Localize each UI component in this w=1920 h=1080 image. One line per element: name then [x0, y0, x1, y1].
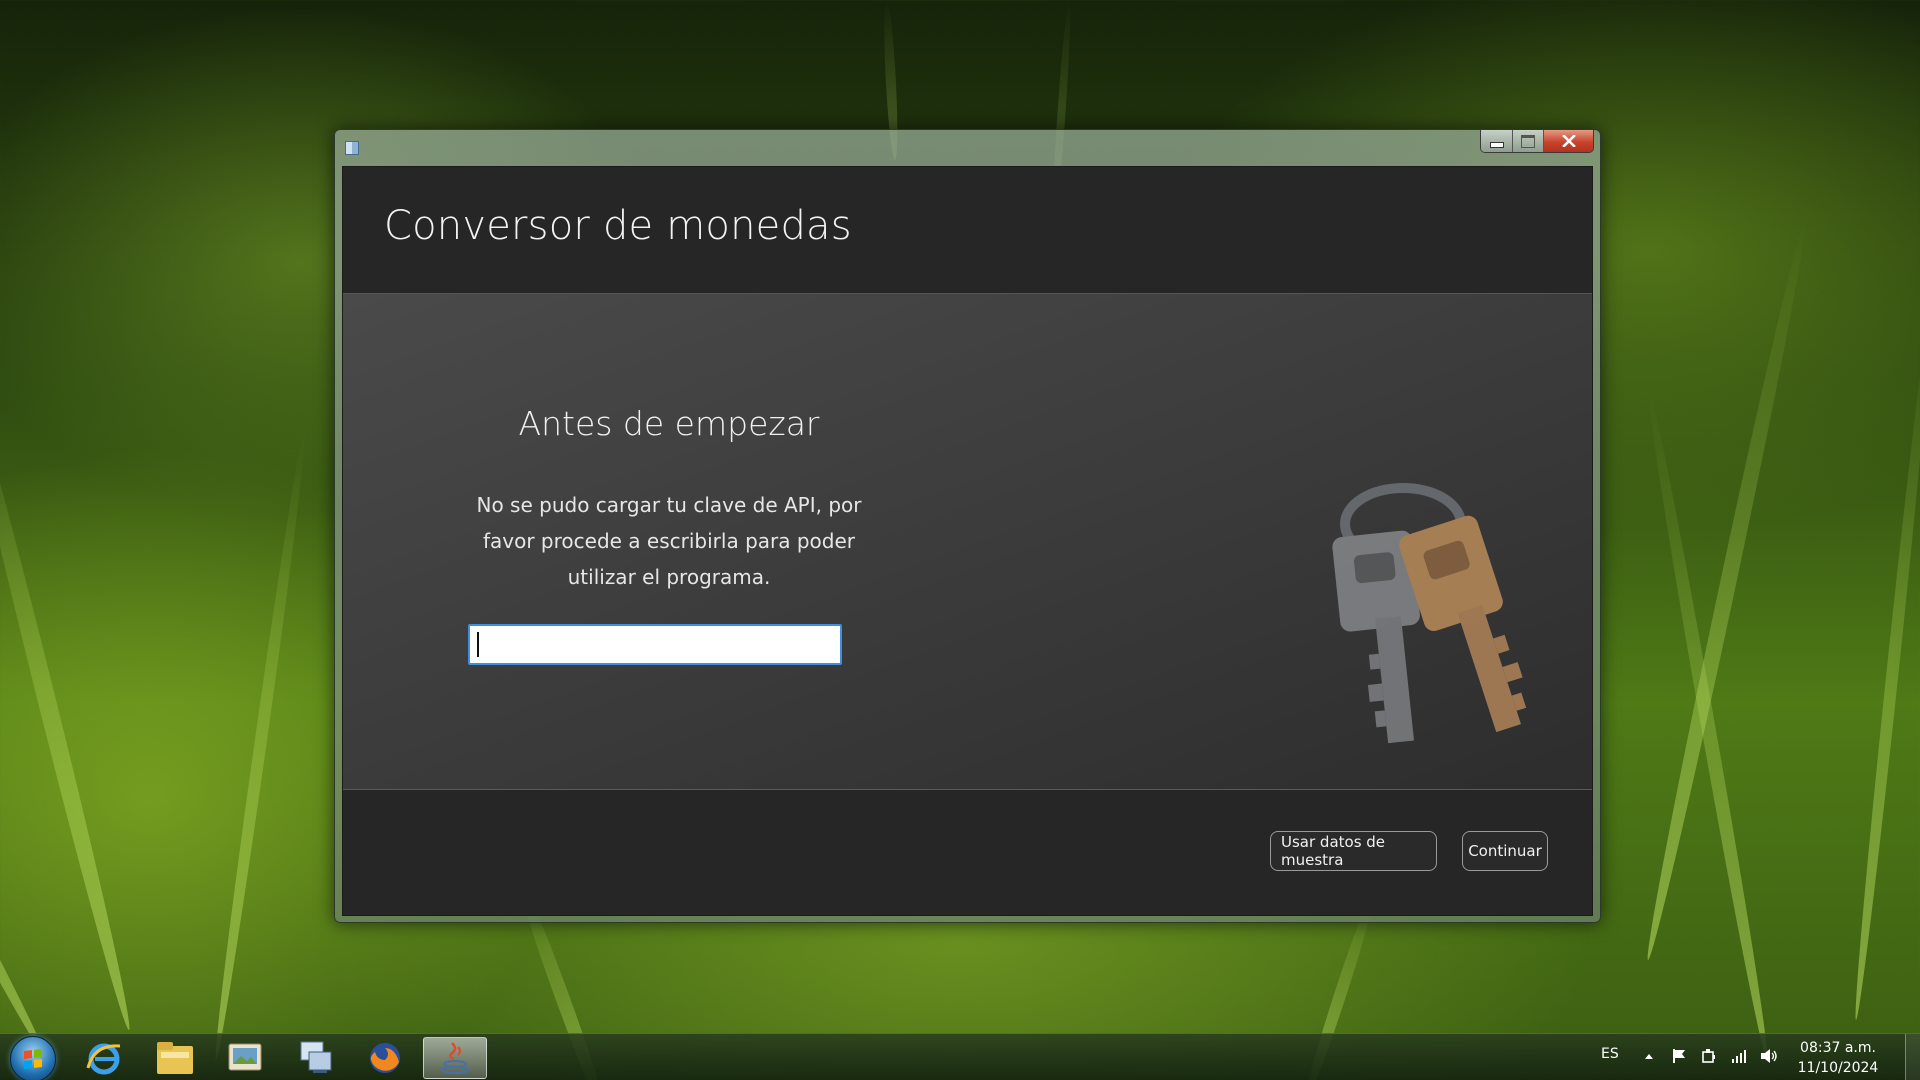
action-center-flag-icon[interactable]	[1670, 1047, 1688, 1065]
show-hidden-icons-icon[interactable]	[1640, 1047, 1658, 1065]
file-explorer-icon[interactable]	[143, 1037, 207, 1079]
window-titlebar[interactable]	[335, 130, 1600, 166]
api-key-input[interactable]	[468, 624, 842, 665]
volume-icon[interactable]	[1760, 1047, 1778, 1065]
clock-time: 08:37 a.m.	[1800, 1040, 1876, 1056]
start-button[interactable]	[10, 1036, 56, 1080]
windows-logo-icon	[24, 1049, 42, 1069]
app-window: Conversor de monedas Antes de empezar No…	[334, 129, 1601, 923]
setup-panel: Antes de empezar No se pudo cargar tu cl…	[343, 294, 1592, 790]
language-indicator[interactable]: ES	[1601, 1046, 1619, 1062]
minimize-icon	[1489, 142, 1504, 148]
close-button[interactable]	[1544, 130, 1593, 152]
dialog-footer: Usar datos de muestra Continuar	[343, 790, 1592, 915]
minimize-button[interactable]	[1481, 130, 1513, 152]
taskbar: ES 08:37 a.m. 11/10/2024	[0, 1033, 1920, 1080]
taskbar-clock[interactable]: 08:37 a.m. 11/10/2024	[1790, 1038, 1886, 1078]
maximize-icon	[1521, 134, 1535, 148]
system-tray	[1640, 1047, 1778, 1065]
clock-date: 11/10/2024	[1797, 1060, 1879, 1076]
java-icon[interactable]	[423, 1037, 487, 1079]
window-client-area: Conversor de monedas Antes de empezar No…	[342, 166, 1593, 916]
text-caret	[477, 632, 479, 657]
close-icon	[1561, 135, 1576, 147]
section-title: Antes de empezar	[518, 404, 820, 443]
network-signal-icon[interactable]	[1730, 1047, 1748, 1065]
maximize-button[interactable]	[1513, 130, 1544, 152]
show-desktop-button[interactable]	[1905, 1034, 1920, 1080]
app-title: Conversor de monedas	[384, 203, 852, 249]
continue-button[interactable]: Continuar	[1462, 831, 1548, 871]
use-sample-data-button[interactable]: Usar datos de muestra	[1270, 831, 1437, 871]
window-app-icon[interactable]	[345, 141, 359, 155]
app-header: Conversor de monedas	[343, 167, 1592, 294]
keys-icon	[1332, 483, 1527, 744]
caption-buttons	[1480, 130, 1594, 153]
internet-explorer-icon[interactable]	[72, 1037, 136, 1079]
photos-icon[interactable]	[213, 1037, 277, 1079]
network-desktop-icon[interactable]	[283, 1037, 347, 1079]
firefox-icon[interactable]	[353, 1037, 417, 1079]
api-key-message: No se pudo cargar tu clave de API, por f…	[476, 493, 862, 589]
power-icon[interactable]	[1700, 1047, 1718, 1065]
